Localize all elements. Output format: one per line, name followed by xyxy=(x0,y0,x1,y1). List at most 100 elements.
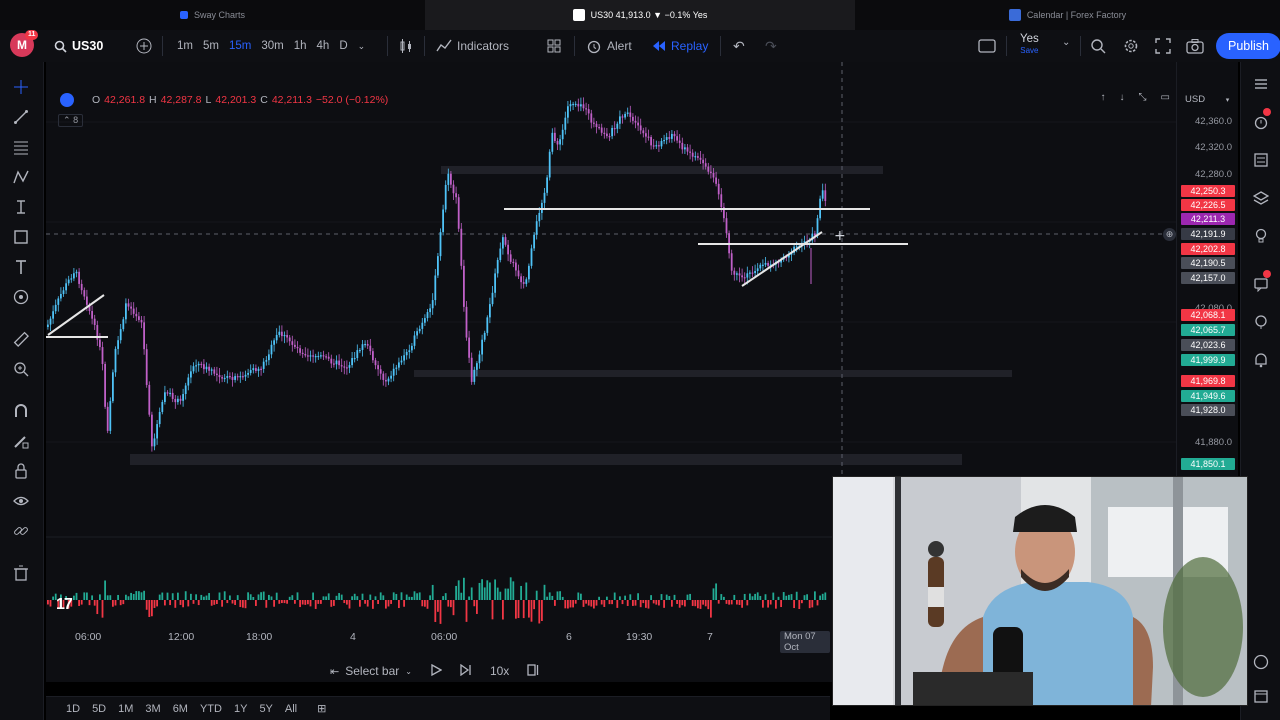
volume-bar xyxy=(689,593,691,600)
volume-bar xyxy=(473,600,476,607)
icon-tool[interactable] xyxy=(10,286,32,308)
ascending-trendline[interactable] xyxy=(741,231,823,287)
range-5y[interactable]: 5Y xyxy=(253,703,278,715)
ruler-tool[interactable] xyxy=(10,328,32,350)
candle-body xyxy=(730,253,733,271)
interval-1m[interactable]: 1m xyxy=(172,40,198,52)
range-6m[interactable]: 6M xyxy=(167,703,194,715)
ideas-button[interactable] xyxy=(1251,226,1271,246)
alerts-button[interactable] xyxy=(1251,108,1271,132)
volume-bar xyxy=(268,594,270,600)
pattern-tool[interactable] xyxy=(10,166,32,188)
interval-1h[interactable]: 1h xyxy=(289,40,312,52)
user-avatar[interactable]: M 11 xyxy=(10,30,39,57)
range-all[interactable]: All xyxy=(279,703,303,715)
chats-button[interactable] xyxy=(1251,270,1271,294)
indicators-button[interactable]: Indicators xyxy=(436,38,509,54)
shape-tool[interactable] xyxy=(10,226,32,248)
alert-button[interactable]: Alert xyxy=(586,38,632,54)
crosshair-tool[interactable] xyxy=(10,76,32,98)
currency-selector[interactable]: USD ▾ xyxy=(1185,94,1229,105)
range-5d[interactable]: 5D xyxy=(86,703,112,715)
crosshair-plus-icon[interactable]: ⊕ xyxy=(1163,228,1176,241)
chevron-down-icon[interactable]: ⌄ xyxy=(1062,37,1070,48)
layout-button[interactable] xyxy=(978,39,996,53)
range-3m[interactable]: 3M xyxy=(139,703,166,715)
range-1d[interactable]: 1D xyxy=(60,703,86,715)
undo-button[interactable]: ↶ xyxy=(733,38,745,55)
streams-button[interactable] xyxy=(1251,312,1271,332)
trend-line-tool[interactable] xyxy=(10,106,32,128)
legend-eye-icon[interactable] xyxy=(60,93,74,107)
forecasting-tool[interactable] xyxy=(10,196,32,218)
chevron-down-icon[interactable]: ⌄ xyxy=(353,41,371,52)
interval-15m[interactable]: 15m xyxy=(224,40,256,52)
range-1y[interactable]: 1Y xyxy=(228,703,253,715)
remove-drawings-tool[interactable] xyxy=(10,562,32,584)
range-ytd[interactable]: YTD xyxy=(194,703,228,715)
lock-drawings-tool[interactable] xyxy=(10,460,32,482)
time-label: 18:00 xyxy=(246,631,273,643)
demand-zone[interactable] xyxy=(414,370,1012,377)
text-tool[interactable] xyxy=(10,256,32,278)
link-tool[interactable] xyxy=(10,520,32,542)
arrow-up-icon[interactable]: ↑ xyxy=(1101,92,1106,103)
replay-speed[interactable]: 10x xyxy=(490,664,509,678)
browser-tab-tradingview[interactable]: US30 41,913.0 ▼ −0.1% Yes xyxy=(425,0,855,30)
redo-button[interactable]: ↷ xyxy=(765,38,777,55)
volume-bar xyxy=(275,592,278,600)
candle-body xyxy=(434,275,437,301)
chart-type-button[interactable] xyxy=(398,38,414,54)
play-button[interactable] xyxy=(430,663,443,679)
hide-drawings-tool[interactable] xyxy=(10,490,32,512)
zoom-tool[interactable] xyxy=(10,358,32,380)
arrow-down-icon[interactable]: ↓ xyxy=(1120,92,1125,103)
symbol-search[interactable]: US30 xyxy=(54,39,103,53)
templates-button[interactable] xyxy=(546,38,562,54)
replay-button[interactable]: Replay xyxy=(652,39,708,53)
quick-search-button[interactable] xyxy=(1090,38,1106,54)
collapse-icon[interactable]: ⤡ xyxy=(1139,92,1147,103)
interval-5m[interactable]: 5m xyxy=(198,40,224,52)
time-axis[interactable]: 06:00 12:00 18:00 4 06:00 6 19:30 7 Mon … xyxy=(46,626,830,653)
fib-tool[interactable] xyxy=(10,136,32,158)
layers-button[interactable] xyxy=(1251,188,1271,208)
interval-30m[interactable]: 30m xyxy=(256,40,288,52)
maximize-icon[interactable]: ▭ xyxy=(1161,92,1170,103)
trendline-left[interactable] xyxy=(47,294,105,336)
goto-date-icon[interactable]: ⊞ xyxy=(317,702,326,715)
snapshot-button[interactable] xyxy=(1186,38,1204,54)
volume-bar xyxy=(470,587,473,600)
browser-tab-sway-charts[interactable]: Sway Charts xyxy=(0,0,425,30)
interval-4h[interactable]: 4h xyxy=(312,40,335,52)
fullscreen-button[interactable] xyxy=(1155,38,1171,54)
volume-bar xyxy=(195,594,197,600)
browser-tab-forex-factory[interactable]: Calendar | Forex Factory xyxy=(855,0,1280,30)
magnet-tool[interactable] xyxy=(10,400,32,422)
low-value: 42,201.3 xyxy=(215,94,257,106)
range-1m[interactable]: 1M xyxy=(112,703,139,715)
select-bar-button[interactable]: ⇤ Select bar ⌄ xyxy=(330,664,412,678)
calendar-button[interactable] xyxy=(1251,686,1271,706)
notifications-button[interactable] xyxy=(1251,350,1271,370)
settings-button[interactable] xyxy=(1123,38,1139,54)
jump-to-realtime-button[interactable] xyxy=(527,663,539,679)
candle-body xyxy=(200,363,203,366)
demand-zone-low[interactable] xyxy=(130,454,962,465)
step-forward-button[interactable] xyxy=(460,663,472,679)
interval-d[interactable]: D xyxy=(334,40,352,52)
candle-body xyxy=(369,345,372,352)
volume-bar xyxy=(86,592,88,600)
data-window-button[interactable] xyxy=(1251,150,1271,170)
legend-sub-toggle[interactable]: ⌃ 8 xyxy=(58,114,84,127)
help-button[interactable] xyxy=(1251,652,1271,672)
volume-bar xyxy=(585,600,587,604)
stay-drawing-tool[interactable] xyxy=(10,430,32,452)
layout-name-button[interactable]: Yes Save xyxy=(1020,33,1039,57)
volume-bar xyxy=(632,600,634,606)
compare-symbol-button[interactable] xyxy=(136,38,152,54)
candle-body xyxy=(57,298,60,305)
supply-zone[interactable] xyxy=(441,166,883,174)
publish-button[interactable]: Publish xyxy=(1216,33,1280,59)
watchlist-button[interactable] xyxy=(1251,74,1271,94)
